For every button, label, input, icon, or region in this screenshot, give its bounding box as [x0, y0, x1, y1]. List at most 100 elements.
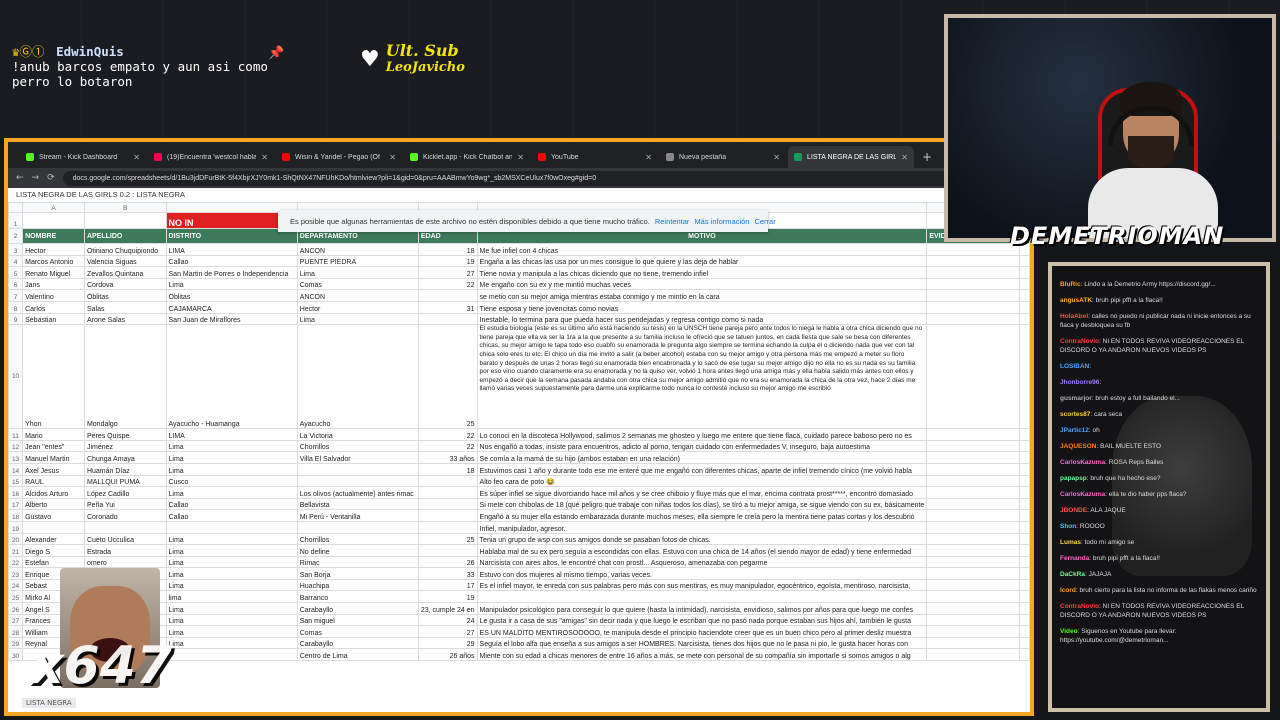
browser-tab[interactable]: LISTA NEGRA DE LAS GIRLS 0.2 ✕ [788, 146, 914, 168]
table-cell[interactable]: Peres Quispe [83, 428, 167, 441]
table-cell[interactable]: Cordova [83, 277, 167, 291]
table-cell[interactable]: Estrada [83, 544, 167, 557]
new-tab-icon[interactable]: + [916, 150, 938, 168]
table-cell[interactable]: Comas [296, 277, 419, 291]
table-cell[interactable]: Axel Jesus [22, 462, 85, 476]
chat-username[interactable]: ContraNovio [1060, 338, 1099, 345]
table-cell[interactable]: ES UN MALDITO MENTIROSOOOOO, te manipula… [476, 625, 928, 638]
table-cell[interactable]: Miente con su edad a chicas menores de e… [476, 648, 928, 662]
table-cell[interactable]: San Juan de Miraflores [165, 312, 298, 326]
table-cell[interactable]: San miguel [296, 613, 419, 627]
table-cell[interactable]: MALLQUI PUMA [83, 474, 167, 488]
table-cell[interactable] [926, 520, 1021, 534]
table-cell[interactable] [417, 497, 478, 511]
table-cell[interactable] [1019, 567, 1030, 580]
table-cell[interactable]: Estuvimos casi 1 año y durante todo ese … [476, 462, 928, 476]
chat-username[interactable]: JAQUESON [1060, 443, 1096, 450]
table-cell[interactable] [1019, 312, 1030, 326]
table-cell[interactable]: Alto feo cara de poto 😂 [476, 474, 928, 488]
table-cell[interactable]: Nos engañó a todas, insiste para encuent… [476, 439, 928, 453]
table-cell[interactable]: Hector [22, 243, 85, 256]
table-cell[interactable] [926, 544, 1021, 557]
table-cell[interactable]: 18 [417, 243, 478, 256]
table-cell[interactable] [296, 474, 419, 488]
table-cell[interactable]: ANCON [296, 289, 419, 302]
table-cell[interactable] [926, 439, 1021, 453]
table-cell[interactable]: Manuel Martin [22, 451, 85, 464]
chat-username[interactable]: Fernanda [1060, 555, 1089, 562]
table-cell[interactable] [1019, 590, 1030, 604]
tab-close-icon[interactable]: ✕ [645, 153, 652, 162]
table-cell[interactable]: PUENTE PIEDRA [296, 254, 419, 268]
chat-username[interactable]: angusATK [1060, 297, 1092, 304]
table-cell[interactable] [1019, 555, 1030, 569]
table-cell[interactable]: Mi Perú - Ventanilla [296, 509, 419, 522]
tab-close-icon[interactable]: ✕ [901, 153, 908, 162]
table-cell[interactable]: Estuvo con dos mujeres al mismo tiempo, … [476, 567, 928, 580]
table-cell[interactable] [1019, 428, 1030, 441]
url-field[interactable]: docs.google.com/spreadsheets/d/1Bu3jdDFu… [62, 170, 990, 186]
table-cell[interactable]: se metio con su mejor amiga mientras est… [476, 289, 928, 302]
table-cell[interactable] [926, 602, 1021, 615]
table-cell[interactable] [926, 532, 1021, 546]
table-cell[interactable]: 22 [417, 428, 478, 441]
table-cell[interactable] [926, 474, 1021, 488]
table-cell[interactable]: Arone Salas [83, 312, 167, 326]
table-cell[interactable]: Gustavo [22, 509, 85, 522]
browser-tab[interactable]: Stream - Kick Dashboard ✕ [20, 146, 146, 168]
table-cell[interactable] [926, 567, 1021, 580]
reload-icon[interactable]: ⟳ [47, 173, 55, 183]
table-cell[interactable] [296, 520, 419, 534]
table-cell[interactable]: Lima [165, 544, 298, 557]
table-cell[interactable]: 25 [417, 324, 478, 430]
tab-close-icon[interactable]: ✕ [773, 153, 780, 162]
table-cell[interactable]: Lima [165, 613, 298, 627]
table-cell[interactable]: 27 [417, 625, 478, 638]
table-cell[interactable]: La Victoria [296, 428, 419, 441]
table-cell[interactable]: 17 [417, 578, 478, 592]
table-cell[interactable] [417, 289, 478, 302]
table-cell[interactable] [926, 509, 1021, 522]
table-cell[interactable]: Tiene esposa y tiene jovencitas como nov… [476, 300, 928, 314]
table-cell[interactable]: Manipulador psicológico para conseguir l… [476, 602, 928, 615]
table-cell[interactable] [926, 428, 1021, 441]
column-header[interactable]: A [22, 202, 85, 213]
motivo-long-cell[interactable]: El estudia biología (este es su último a… [476, 324, 928, 430]
table-cell[interactable]: Renato Miguel [22, 266, 85, 279]
table-cell[interactable]: 18 [417, 462, 478, 476]
table-cell[interactable]: Lima [296, 266, 419, 279]
table-cell[interactable]: ANCON [296, 243, 419, 256]
table-cell[interactable]: Infiel, manipulador, agresor. [476, 520, 928, 534]
tab-close-icon[interactable]: ✕ [261, 153, 268, 162]
chat-username[interactable]: scortes87 [1060, 411, 1090, 418]
table-cell[interactable]: Marcos Antonio [22, 254, 85, 268]
chat-username[interactable]: Lumas [1060, 539, 1081, 546]
table-cell[interactable]: Callao [165, 254, 298, 268]
table-cell[interactable] [926, 590, 1021, 604]
table-cell[interactable]: Lima [165, 578, 298, 592]
table-cell[interactable] [1019, 602, 1030, 615]
chat-username[interactable]: JPartic12 [1060, 427, 1089, 434]
table-cell[interactable]: Narcisista con aires altos, le encontré … [476, 555, 928, 569]
table-cell[interactable]: 27 [417, 266, 478, 279]
table-cell[interactable]: Mondalgo [83, 324, 167, 430]
table-cell[interactable] [417, 544, 478, 557]
table-cell[interactable]: Valencia Siguas [83, 254, 167, 268]
table-cell[interactable] [417, 474, 478, 488]
tab-close-icon[interactable]: ✕ [517, 153, 524, 162]
table-cell[interactable]: Alcidos Arturo [22, 486, 85, 499]
table-cell[interactable]: Villa El Salvador [296, 451, 419, 464]
chat-username[interactable]: papapsp [1060, 475, 1087, 482]
table-cell[interactable]: Engañó a su mujer ella estando embarazad… [476, 509, 928, 522]
table-cell[interactable] [1019, 451, 1030, 464]
table-cell[interactable]: Tenia un grupo de wsp con sus amigos don… [476, 532, 928, 546]
table-cell[interactable] [926, 324, 1021, 430]
chat-username[interactable]: lcord [1060, 587, 1076, 594]
chat-username[interactable]: Shon [1060, 523, 1076, 530]
table-cell[interactable]: Barranco [296, 590, 419, 604]
table-cell[interactable]: Ayacucho [296, 324, 419, 430]
table-cell[interactable]: Me engaño con su ex y me mintió muchas v… [476, 277, 928, 291]
table-cell[interactable]: Bellavista [296, 497, 419, 511]
table-cell[interactable] [1019, 625, 1030, 638]
table-cell[interactable] [417, 520, 478, 534]
